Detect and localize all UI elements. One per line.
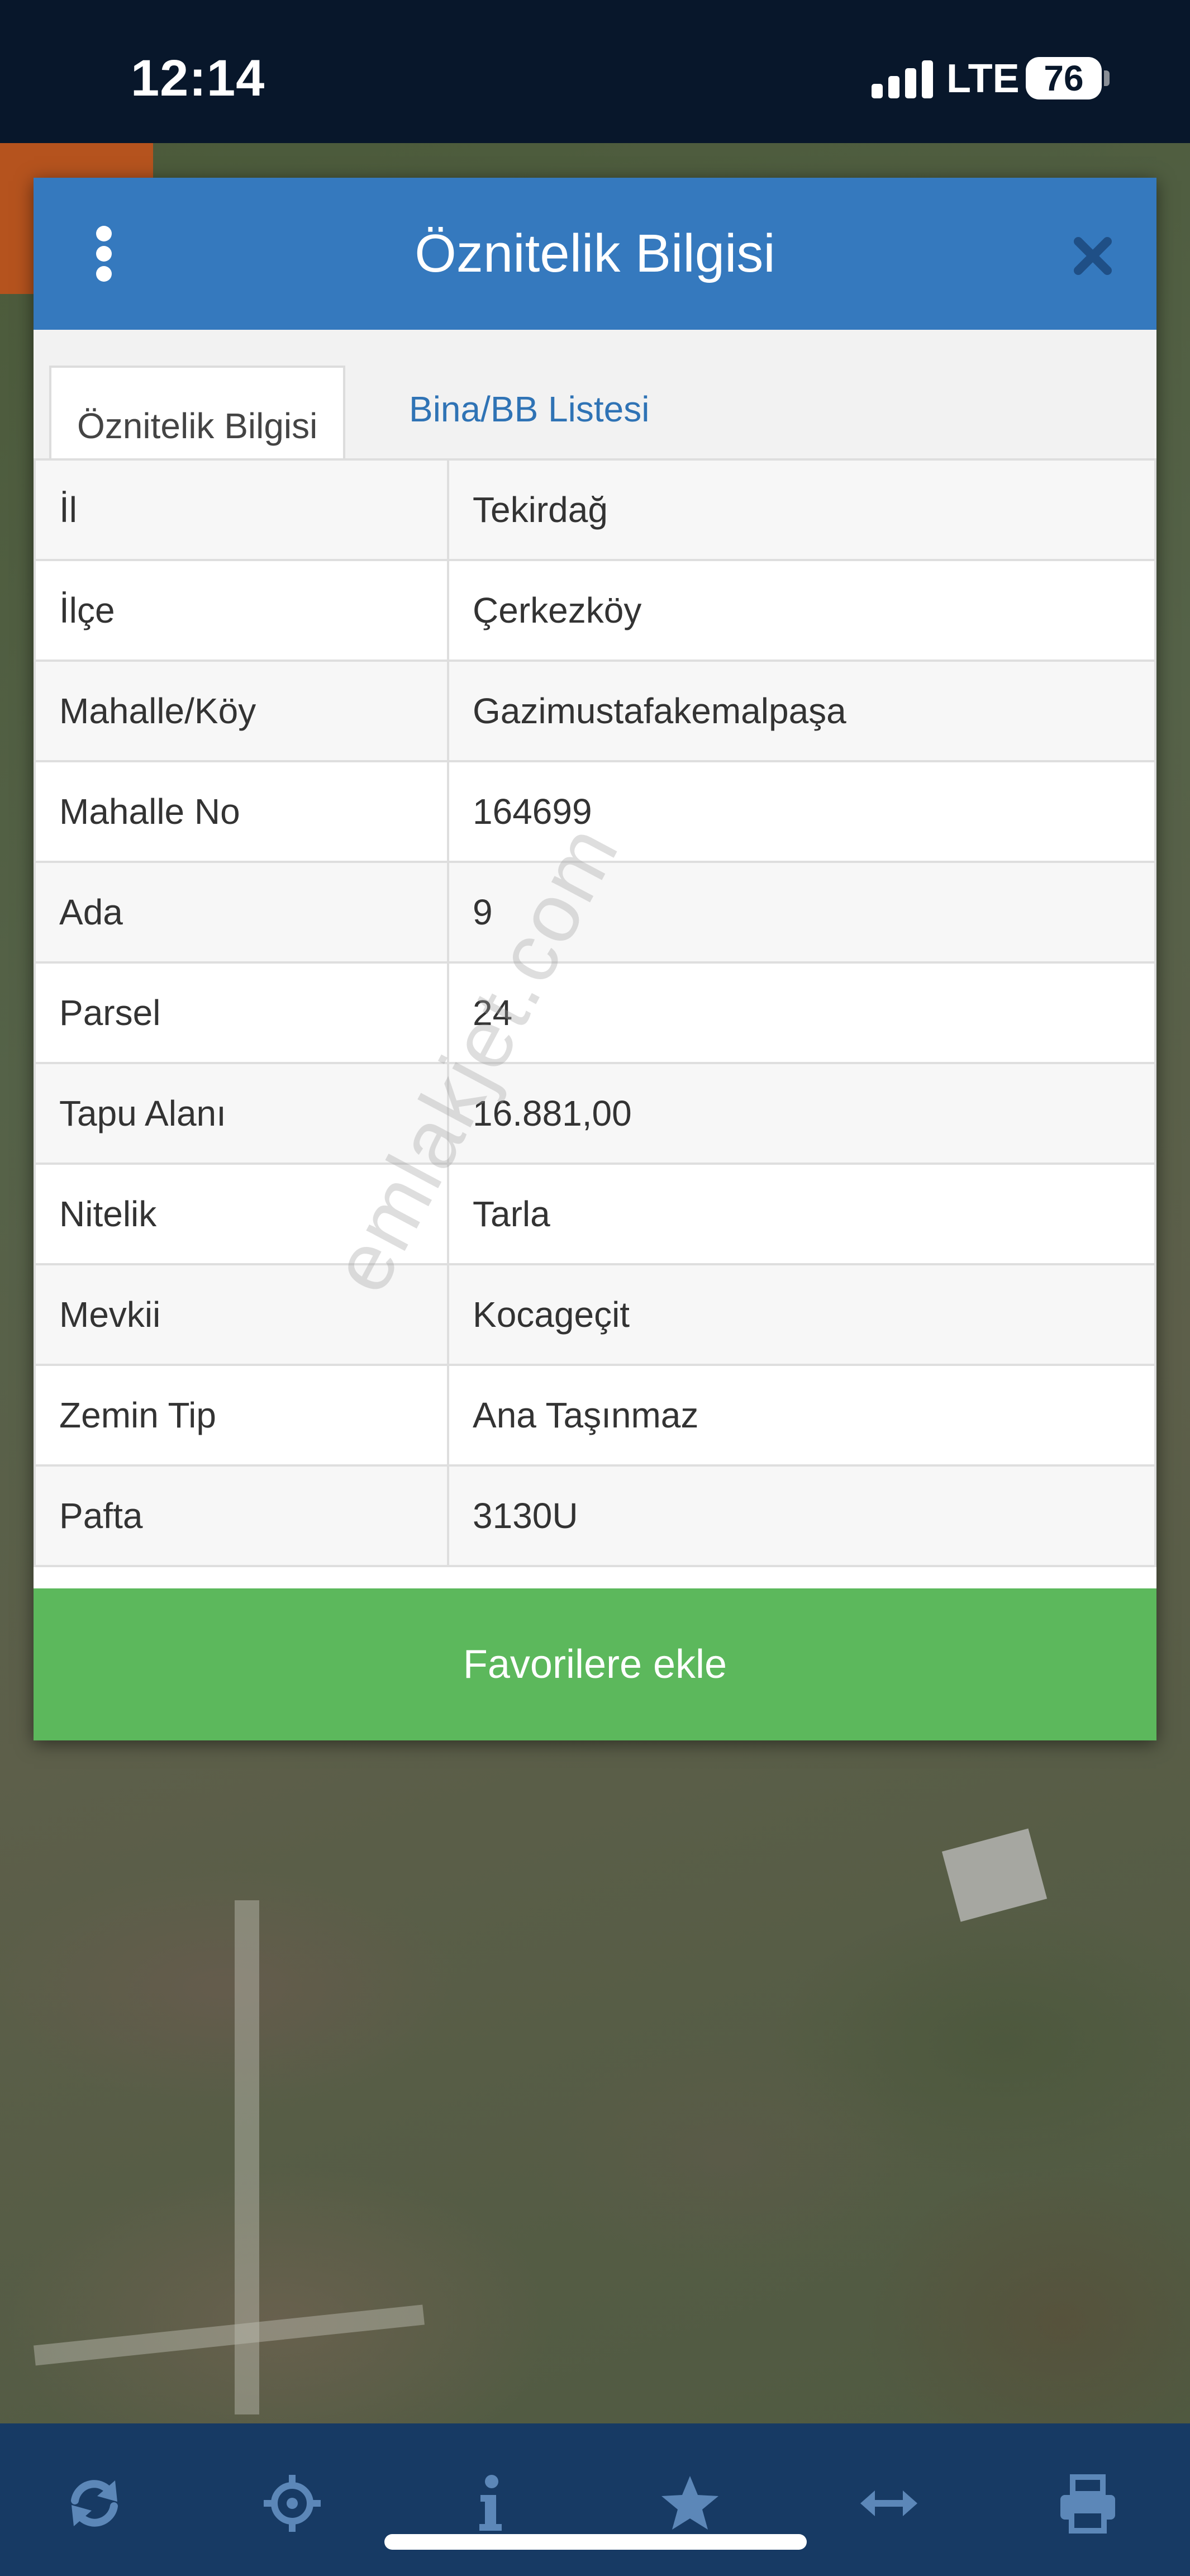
home-indicator (384, 2534, 807, 2550)
add-to-favorites-button[interactable]: Favorilere ekle (34, 1588, 1156, 1740)
table-row: İlçe Çerkezköy (34, 559, 1156, 662)
attribute-value: Kocageçit (447, 1263, 1156, 1366)
attribute-value: 24 (447, 961, 1156, 1064)
attribute-key: Ada (34, 861, 449, 964)
attribute-key: Nitelik (34, 1163, 449, 1265)
attribute-key: Tapu Alanı (34, 1062, 449, 1165)
battery-icon: 76 (1026, 57, 1102, 99)
attribute-value: Ana Taşınmaz (447, 1364, 1156, 1467)
attribute-value: Çerkezköy (447, 559, 1156, 662)
status-bar: 12:14 LTE 76 (0, 0, 1190, 143)
attribute-value: Tekirdağ (447, 458, 1156, 561)
attribute-table: İl Tekirdağ İlçe Çerkezköy Mahalle/Köy Gazimu… (34, 458, 1156, 1567)
print-icon[interactable] (1057, 2473, 1118, 2534)
attribute-key: Pafta (34, 1464, 449, 1567)
table-row: Mahalle/Köy Gazimustafakemalpaşa (34, 660, 1156, 762)
info-icon[interactable] (459, 2473, 521, 2534)
table-row: Ada 9 (34, 861, 1156, 964)
close-icon[interactable] (1070, 234, 1115, 278)
tab-bina-bb-listesi[interactable]: Bina/BB Listesi (383, 351, 675, 467)
table-row: İl Tekirdağ (34, 458, 1156, 561)
attribute-key: Mevkii (34, 1263, 449, 1366)
star-icon[interactable] (659, 2473, 721, 2534)
attribute-value: 3130U (447, 1464, 1156, 1567)
attribute-key: Mahalle/Köy (34, 660, 449, 762)
dialog-title: Öznitelik Bilgisi (415, 224, 775, 283)
network-label: LTE (946, 56, 1020, 101)
table-row: Parsel 24 (34, 961, 1156, 1064)
dialog-header: Öznitelik Bilgisi (34, 178, 1156, 330)
table-row: Mahalle No 164699 (34, 760, 1156, 863)
attribute-value: 16.881,00 (447, 1062, 1156, 1165)
measure-icon[interactable] (858, 2473, 920, 2534)
signal-icon (872, 59, 933, 98)
attribute-key: İl (34, 458, 449, 561)
table-row: Tapu Alanı 16.881,00 (34, 1062, 1156, 1165)
attribute-key: İlçe (34, 559, 449, 662)
bottom-toolbar (0, 2423, 1190, 2576)
attribute-dialog: Öznitelik Bilgisi Öznitelik Bilgisi Bina… (34, 178, 1156, 1740)
attribute-key: Parsel (34, 961, 449, 1064)
attribute-value: 164699 (447, 760, 1156, 863)
table-row: Zemin Tip Ana Taşınmaz (34, 1364, 1156, 1467)
locate-icon[interactable] (261, 2473, 323, 2534)
attribute-value: Tarla (447, 1163, 1156, 1265)
refresh-icon[interactable] (64, 2473, 125, 2534)
table-row: Pafta 3130U (34, 1464, 1156, 1567)
attribute-value: 9 (447, 861, 1156, 964)
attribute-key: Zemin Tip (34, 1364, 449, 1467)
attribute-key: Mahalle No (34, 760, 449, 863)
status-time: 12:14 (131, 50, 265, 107)
attribute-value: Gazimustafakemalpaşa (447, 660, 1156, 762)
more-vertical-icon[interactable] (96, 226, 113, 282)
table-row: Mevkii Kocageçit (34, 1263, 1156, 1366)
battery-tip (1104, 70, 1110, 86)
table-row: Nitelik Tarla (34, 1163, 1156, 1265)
